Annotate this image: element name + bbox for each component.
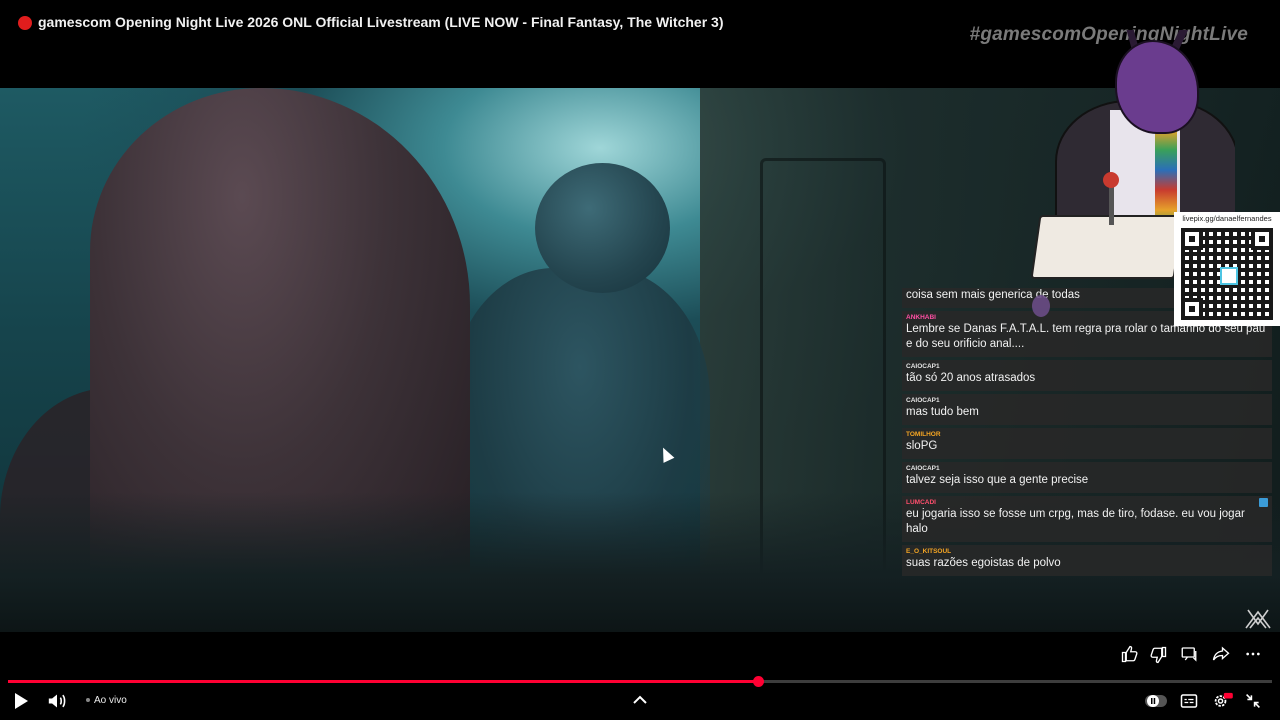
live-label: Ao vivo <box>94 695 127 706</box>
qr-finder <box>1251 228 1273 250</box>
chat-message: CAIOCAP1 talvez seja isso que a gente pre… <box>902 462 1272 493</box>
chat-message: CAIOCAP1 mas tudo bem <box>902 394 1272 425</box>
chat-username[interactable]: LUMCADI <box>906 499 1268 507</box>
avatar-joystick-ball <box>1103 172 1119 188</box>
chat-text: eu jogaria isso se fosse um crpg, mas de… <box>906 508 1245 535</box>
player-controls-bar <box>0 632 1280 720</box>
chat-message: LUMCADI eu jogaria isso se fosse um crpg,… <box>902 496 1272 542</box>
dislike-icon[interactable] <box>1149 646 1167 664</box>
chevron-up-icon[interactable] <box>633 694 647 706</box>
donation-qr-card: livepix.gg/danaelfernandes <box>1174 212 1280 326</box>
progress-fill <box>8 680 759 683</box>
settings-icon[interactable] <box>1212 692 1234 710</box>
live-dot-icon <box>86 698 90 703</box>
play-icon[interactable] <box>13 692 29 710</box>
chat-text: Lembre se Danas F.A.T.A.L. tem regra pra… <box>906 323 1266 350</box>
chat-text: talvez seja isso que a gente precise <box>906 474 1089 486</box>
chat-icon[interactable] <box>1180 645 1198 663</box>
chat-username[interactable]: CAIOCAP1 <box>906 363 1268 371</box>
avatar-head <box>1115 40 1199 134</box>
captions-icon[interactable] <box>1180 693 1198 709</box>
exit-fullscreen-icon[interactable] <box>1245 693 1261 709</box>
chat-username[interactable]: TOMILHOR <box>906 431 1268 439</box>
chat-mini-avatar <box>1032 295 1050 317</box>
qr-finder <box>1181 228 1203 250</box>
chat-message: E_O_KITSOUL suas razões egoistas de polvo <box>902 545 1272 576</box>
qr-center-logo <box>1220 267 1238 285</box>
chat-message: TOMILHOR sloPG <box>902 428 1272 459</box>
pause-autoplay-icon[interactable] <box>1145 694 1167 708</box>
progress-bar[interactable] <box>8 680 1272 683</box>
chat-username[interactable]: CAIOCAP1 <box>906 397 1268 405</box>
chat-badge-icon <box>1259 498 1268 507</box>
qr-finder <box>1181 298 1203 320</box>
video-title[interactable]: gamescom Opening Night Live 2026 ONL Off… <box>38 14 724 30</box>
channel-corner-logo-icon <box>1244 606 1272 630</box>
chat-text: tão só 20 anos atrasados <box>906 372 1036 384</box>
volume-icon[interactable] <box>47 692 67 710</box>
live-indicator[interactable]: Ao vivo <box>86 695 127 706</box>
like-icon[interactable] <box>1121 645 1139 663</box>
qr-url: livepix.gg/danaelfernandes <box>1182 214 1272 223</box>
more-icon[interactable] <box>1245 646 1261 662</box>
chat-username[interactable]: CAIOCAP1 <box>906 465 1268 473</box>
avatar-arcade-controller <box>1030 215 1184 279</box>
share-icon[interactable] <box>1212 645 1230 663</box>
live-record-icon <box>18 16 32 30</box>
chat-username[interactable]: E_O_KITSOUL <box>906 548 1268 556</box>
octopus-head-center <box>535 163 670 293</box>
chat-overlay: coisa sem mais generica de todas ANKHABI L… <box>902 288 1272 579</box>
chat-text: sloPG <box>906 440 938 452</box>
chat-text: mas tudo bem <box>906 406 979 418</box>
chat-message: CAIOCAP1 tão só 20 anos atrasados <box>902 360 1272 391</box>
chat-text: suas razões egoistas de polvo <box>906 557 1061 569</box>
qr-code <box>1181 228 1273 320</box>
